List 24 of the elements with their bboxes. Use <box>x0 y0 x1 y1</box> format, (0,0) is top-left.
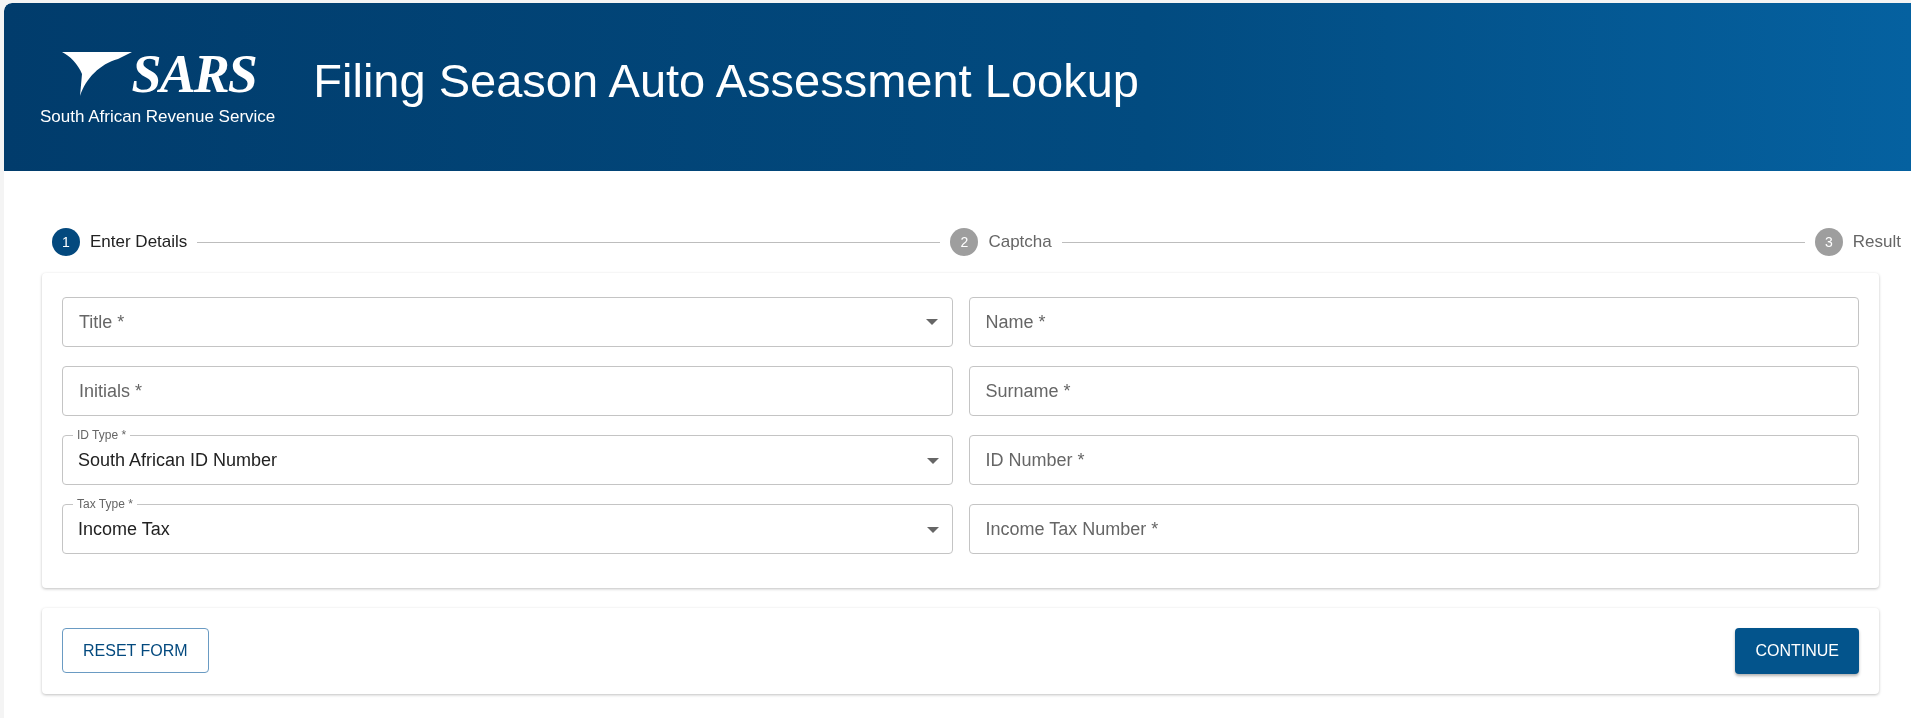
step-label: Result <box>1852 232 1901 252</box>
select-field[interactable]: ID Type * South African ID Number <box>62 427 953 485</box>
step-label: Captcha <box>988 232 1052 252</box>
dropdown-caret-icon <box>925 319 938 325</box>
input-field[interactable]: Surname * <box>968 366 1859 416</box>
field-label: Tax Type * <box>73 497 137 511</box>
step-label: Enter Details <box>90 232 188 252</box>
logo-text: SARS <box>131 47 256 101</box>
input-field[interactable]: Initials * <box>62 366 953 416</box>
dropdown-caret-icon <box>926 527 939 533</box>
dropdown-caret-icon <box>926 458 939 464</box>
page-title: Filing Season Auto Assessment Lookup <box>313 52 1139 108</box>
input-field[interactable]: ID Number * <box>968 435 1859 485</box>
continue-button[interactable]: CONTINUE <box>1735 628 1859 674</box>
step-number: 1 <box>52 228 80 256</box>
field-label: ID Type * <box>73 428 131 442</box>
step-number: 3 <box>1814 228 1843 256</box>
reset-form-button[interactable]: RESET FORM <box>62 628 209 673</box>
select-field[interactable]: Tax Type * Income Tax <box>62 496 953 554</box>
step-number: 2 <box>950 228 979 256</box>
input-field[interactable]: Name * <box>968 297 1859 347</box>
input-field[interactable]: Income Tax Number * <box>968 504 1859 554</box>
select-field[interactable]: Title * <box>62 297 953 347</box>
logo-subtitle: South African Revenue Service <box>40 107 276 127</box>
